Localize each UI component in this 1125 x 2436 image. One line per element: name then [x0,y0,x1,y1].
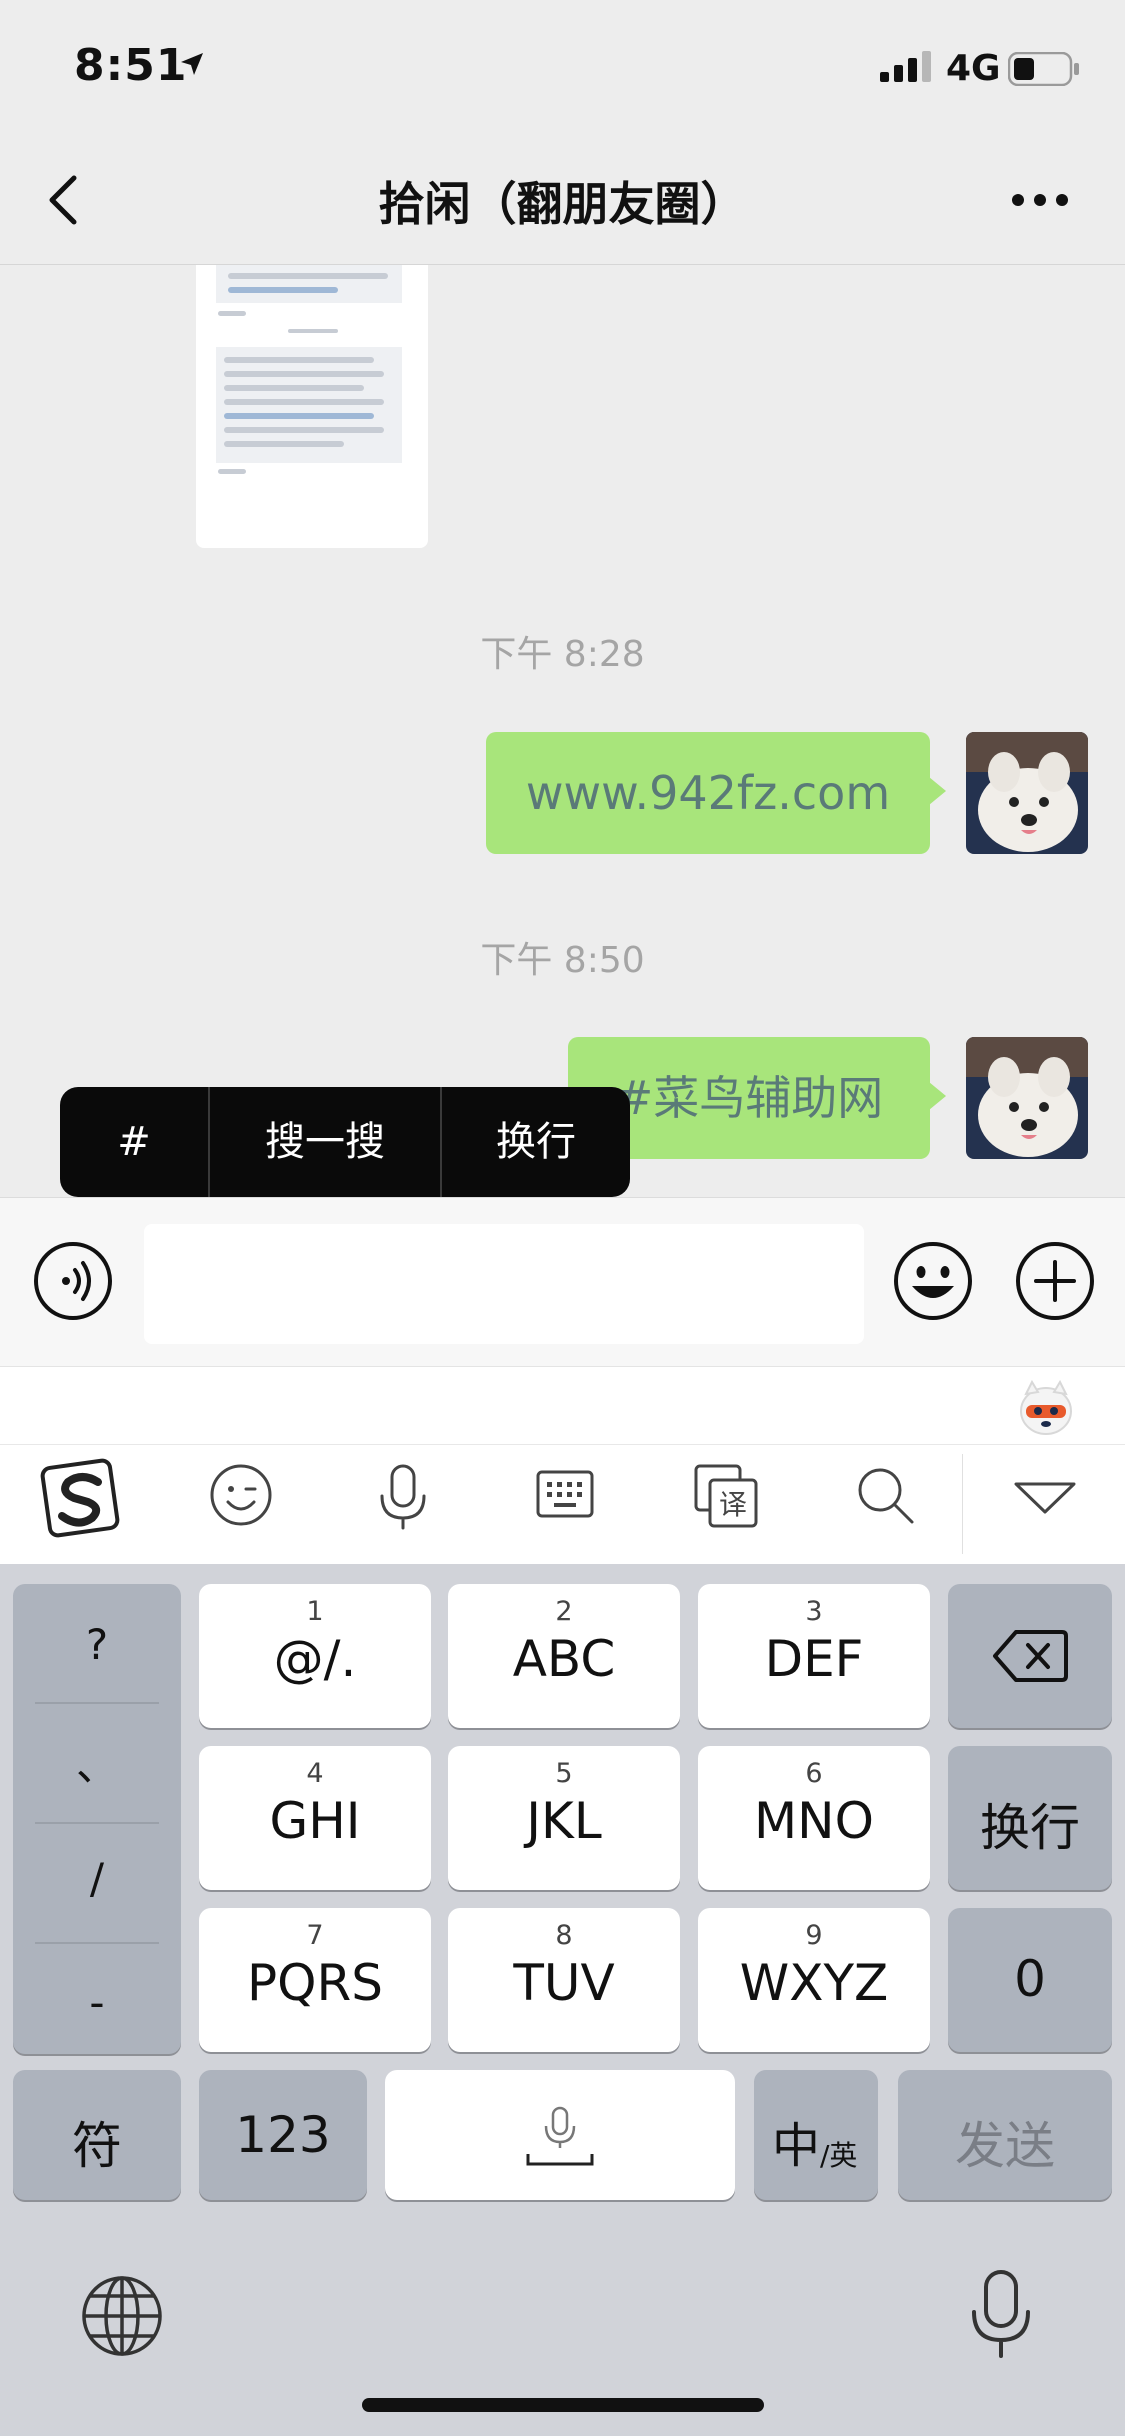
key-number: 3 [805,1596,823,1627]
key-number: 6 [805,1758,823,1789]
chat-area: 下午 8:28 www.942fz.com 下午 8:50 #菜鸟辅助网 [0,265,1125,1195]
avatar[interactable] [966,732,1088,854]
symbol-comma[interactable]: 、 [13,1732,181,1793]
sogou-icon[interactable] [40,1458,124,1546]
key-label: JKL [526,1792,602,1850]
mic-icon[interactable] [370,1462,436,1536]
assistant-mascot-icon[interactable] [1016,1378,1076,1442]
chat-title: 拾闲（翻朋友圈） [378,177,747,231]
lang-main-label: 中 [772,2118,821,2174]
key-label: 发送 [955,2117,1055,2175]
emoji-icon[interactable] [892,1240,974,1326]
key-number: 5 [555,1758,573,1789]
emoticon-icon[interactable] [208,1462,274,1532]
key-label: PQRS [247,1954,383,2012]
toolbar-divider [962,1454,963,1554]
network-type: 4G [946,48,1001,89]
key-label: @/. [273,1630,357,1688]
context-menu: # 搜一搜 换行 [60,1087,630,1197]
key-7[interactable]: 7 PQRS [199,1908,431,2052]
lang-sub-label: /英 [820,2139,858,2172]
back-icon[interactable] [40,170,88,234]
more-icon[interactable] [1010,192,1070,212]
key-5[interactable]: 5 JKL [448,1746,680,1890]
key-label: ABC [512,1630,616,1688]
translate-icon[interactable]: 译 [692,1462,762,1536]
key-0[interactable]: 0 [948,1908,1112,2052]
space-mic-icon [525,2106,595,2172]
key-8[interactable]: 8 TUV [448,1908,680,2052]
backspace-icon [992,1628,1068,1688]
avatar[interactable] [966,1037,1088,1159]
key-number: 9 [805,1920,823,1951]
key-6[interactable]: 6 MNO [698,1746,930,1890]
search-icon[interactable] [852,1462,918,1532]
language-switch-key[interactable]: 中 /英 [754,2070,878,2200]
symbol-dash[interactable]: - [13,1978,181,2027]
timestamp: 下午 8:28 [480,634,645,675]
collapse-icon[interactable] [1010,1478,1080,1522]
symbol-slash[interactable]: / [13,1854,181,1903]
key-label: TUV [513,1954,615,2012]
key-number: 2 [555,1596,573,1627]
location-arrow-icon [178,50,206,82]
home-indicator [362,2398,764,2412]
key-label: 123 [235,2106,331,2164]
candidate-bar [0,1366,1125,1445]
key-number: 4 [306,1758,324,1789]
globe-icon[interactable] [80,2274,164,2362]
symbol-question[interactable]: ? [13,1620,181,1669]
space-key[interactable] [385,2070,735,2200]
newline-key[interactable]: 换行 [948,1746,1112,1890]
key-label: GHI [269,1792,361,1850]
menu-item-newline[interactable]: 换行 [442,1087,630,1197]
battery-icon [1007,51,1080,90]
timestamp: 下午 8:50 [480,940,645,981]
menu-item-search[interactable]: 搜一搜 [210,1087,440,1197]
key-label: WXYZ [739,1954,889,2012]
backspace-key[interactable] [948,1584,1112,1728]
symbols-key[interactable]: 符 [13,2070,181,2200]
key-9[interactable]: 9 WXYZ [698,1908,930,2052]
key-4[interactable]: 4 GHI [199,1746,431,1890]
add-icon[interactable] [1014,1240,1096,1326]
key-2[interactable]: 2 ABC [448,1584,680,1728]
key-label: 符 [72,2117,122,2175]
svg-text:译: 译 [719,1488,747,1521]
key-number: 7 [306,1920,324,1951]
key-label: MNO [754,1792,874,1850]
status-time: 8:51 [74,40,188,91]
key-3[interactable]: 3 DEF [698,1584,930,1728]
key-label: 0 [1014,1950,1046,2008]
image-message[interactable] [196,265,428,548]
signal-icon [880,50,936,86]
key-number: 8 [555,1920,573,1951]
menu-item-hashtag[interactable]: # [60,1087,208,1197]
message-text: #菜鸟辅助网 [614,1071,884,1125]
key-number: 1 [306,1596,324,1627]
key-1[interactable]: 1 @/. [199,1584,431,1728]
voice-icon[interactable] [32,1240,114,1326]
key-label: DEF [764,1630,864,1688]
message-input[interactable] [144,1224,864,1344]
dictation-icon[interactable] [966,2268,1036,2364]
keyboard-icon[interactable] [532,1462,598,1532]
numbers-key[interactable]: 123 [199,2070,367,2200]
send-key[interactable]: 发送 [898,2070,1112,2200]
message-bubble[interactable]: www.942fz.com [486,732,946,854]
key-label: 换行 [980,1799,1080,1857]
symbol-column[interactable]: ? 、 / - [13,1584,181,2054]
message-text: www.942fz.com [525,766,891,820]
